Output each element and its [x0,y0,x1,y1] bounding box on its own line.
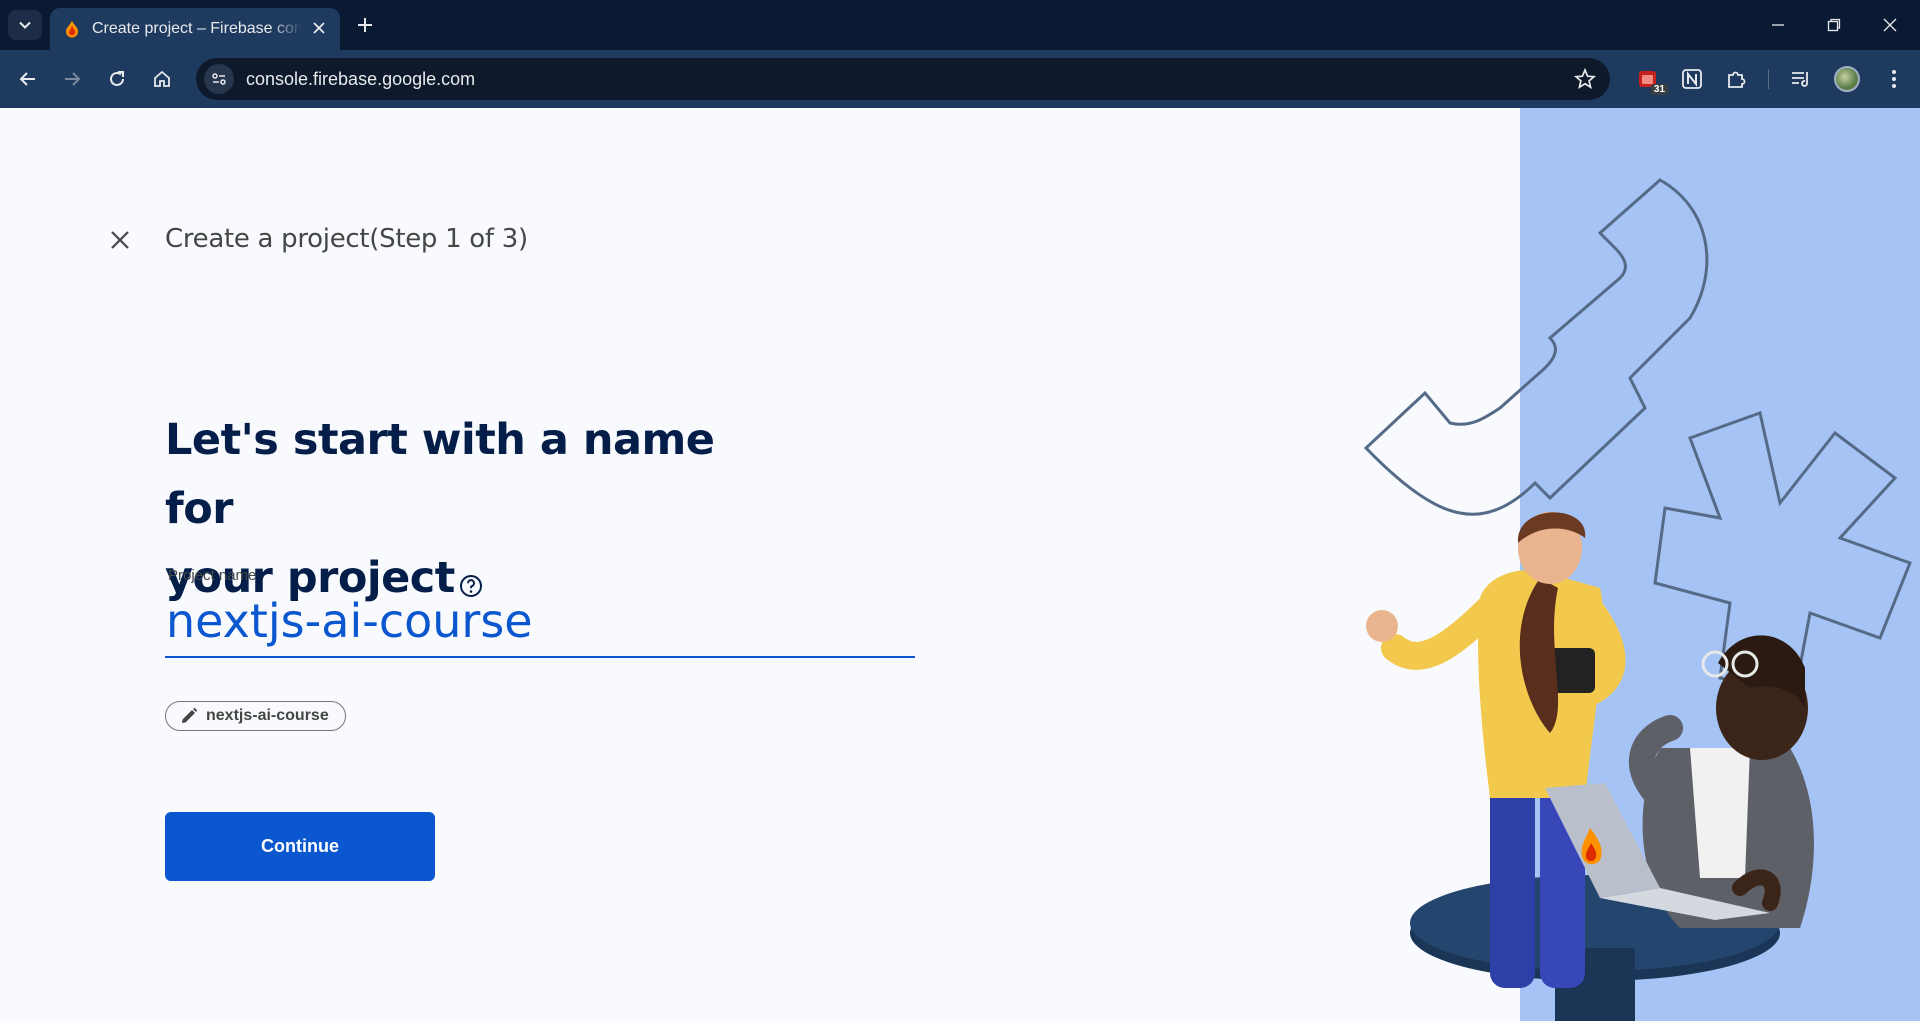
minimize-button[interactable] [1758,10,1798,40]
back-button[interactable] [12,63,44,95]
headline-line-1: Let's start with a name for [165,415,715,534]
continue-button[interactable]: Continue [165,812,435,881]
browser-toolbar: console.firebase.google.com 31 [0,50,1920,108]
restore-button[interactable] [1814,10,1854,40]
url-text: console.firebase.google.com [246,68,476,89]
step-title: Create a project(Step 1 of 3) [165,224,528,254]
browser-menu-button[interactable] [1878,63,1910,95]
reload-button[interactable] [101,63,133,95]
more-vertical-icon [1892,70,1896,88]
people-illustration [1363,178,1912,1021]
firebase-favicon-icon [66,21,78,38]
reload-icon [110,71,124,86]
tab-title: Create project – Firebase console [92,20,302,37]
project-name-label: Project name [168,567,257,584]
arrow-left-icon [19,72,35,86]
project-id-text: nextjs-ai-course [206,707,329,724]
toolbar-separator [1768,69,1769,89]
firebase-create-project-page: Create a project(Step 1 of 3) Let's star… [0,108,1920,1021]
project-name-input[interactable] [166,594,914,648]
minimize-icon [1772,24,1784,26]
restore-icon [1827,18,1841,32]
tab-strip: Create project – Firebase console [0,0,1920,50]
address-bar[interactable]: console.firebase.google.com [196,58,1610,100]
close-icon [1883,18,1897,32]
extension-badge: 31 [1650,84,1668,95]
forward-button[interactable] [56,63,88,95]
profile-avatar[interactable] [1831,63,1863,95]
avatar [1834,66,1860,92]
project-id-chip[interactable]: nextjs-ai-course [165,701,346,731]
media-controls-icon[interactable] [1785,63,1817,95]
project-name-underline [165,656,915,658]
pencil-icon [182,707,198,723]
line-art-shape [1363,178,1709,516]
extensions-puzzle-icon[interactable] [1720,63,1752,95]
page-title: Let's start with a name for your project [165,406,785,619]
notion-extension-icon[interactable] [1676,63,1708,95]
chevron-down-icon [19,21,31,29]
browser-tab-active[interactable]: Create project – Firebase console [50,8,340,50]
new-tab-button[interactable] [352,12,378,38]
tab-close-icon[interactable] [308,17,330,39]
tab-search-button[interactable] [8,10,42,40]
plus-icon [358,18,372,32]
home-button[interactable] [146,63,178,95]
calendar-extension-icon[interactable]: 31 [1632,63,1668,95]
bookmark-star-icon[interactable] [1573,67,1597,95]
site-info-icon[interactable] [204,64,234,94]
home-icon [154,70,170,87]
close-icon[interactable] [104,224,136,256]
close-window-button[interactable] [1870,10,1910,40]
arrow-right-icon [65,72,81,86]
